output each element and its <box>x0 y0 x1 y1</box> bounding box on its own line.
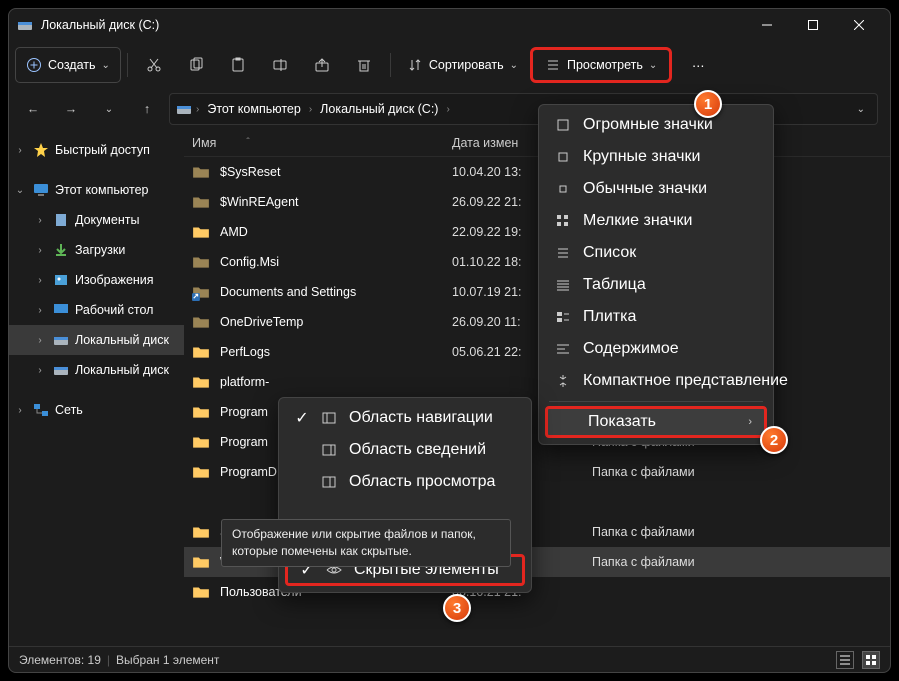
file-name: platform- <box>220 375 452 389</box>
icons-view-toggle[interactable] <box>862 651 880 669</box>
menu-item-tiles[interactable]: Плитка <box>543 301 769 333</box>
chevron-down-icon: ⌄ <box>510 60 518 71</box>
sidebar: ›Быстрый доступ ⌄Этот компьютер ›Докумен… <box>9 129 184 646</box>
rename-button[interactable] <box>260 47 300 83</box>
view-button[interactable]: Просмотреть ⌄ <box>530 47 672 83</box>
breadcrumb-pc[interactable]: Этот компьютер <box>203 102 304 116</box>
details-view-toggle[interactable] <box>836 651 854 669</box>
forward-button[interactable]: → <box>53 93 89 125</box>
sidebar-pictures[interactable]: ›Изображения <box>9 265 184 295</box>
file-name: $WinREAgent <box>220 195 452 209</box>
menu-item-md-icons[interactable]: Обычные значки <box>543 173 769 205</box>
breadcrumb-disk[interactable]: Локальный диск (C:) <box>316 102 442 116</box>
file-name: AMD <box>220 225 452 239</box>
file-name: PerfLogs <box>220 345 452 359</box>
more-button[interactable]: ⋯ <box>678 47 718 83</box>
menu-item-sm-icons[interactable]: Мелкие значки <box>543 205 769 237</box>
show-submenu-item[interactable]: Показать › <box>545 406 767 438</box>
status-selection: Выбран 1 элемент <box>116 653 219 667</box>
menu-item-details[interactable]: Область сведений <box>283 434 527 466</box>
callout-3: 3 <box>443 594 471 622</box>
minimize-button[interactable] <box>744 9 790 41</box>
sidebar-downloads[interactable]: ›Загрузки <box>9 235 184 265</box>
statusbar: Элементов: 19 | Выбран 1 элемент <box>9 646 890 672</box>
share-button[interactable] <box>302 47 342 83</box>
file-name: $SysReset <box>220 165 452 179</box>
close-button[interactable] <box>836 9 882 41</box>
file-type: Папка с файлами <box>592 465 695 479</box>
recent-button[interactable]: ⌄ <box>91 93 127 125</box>
file-name: Documents and Settings <box>220 285 452 299</box>
menu-item-list[interactable]: Список <box>543 237 769 269</box>
sort-button[interactable]: Сортировать ⌄ <box>397 47 528 83</box>
titlebar: Локальный диск (C:) <box>9 9 890 41</box>
menu-item-compact[interactable]: Компактное представление <box>543 365 769 397</box>
chevron-down-icon: ⌄ <box>649 60 657 71</box>
sidebar-localdisk-c[interactable]: ›Локальный диск <box>9 325 184 355</box>
new-button[interactable]: Создать ⌄ <box>15 47 121 83</box>
copy-button[interactable] <box>176 47 216 83</box>
file-row[interactable]: $WinREAgent26.09.22 21: <box>184 187 890 217</box>
sidebar-desktop[interactable]: ›Рабочий стол <box>9 295 184 325</box>
file-row[interactable]: OneDriveTemp26.09.20 11: <box>184 307 890 337</box>
file-name: OneDriveTemp <box>220 315 452 329</box>
menu-item-xl-icons[interactable]: Огромные значки <box>543 109 769 141</box>
callout-1: 1 <box>694 90 722 118</box>
menu-item-navpane[interactable]: ✓Область навигации <box>283 402 527 434</box>
file-row[interactable]: Documents and Settings10.07.19 21: <box>184 277 890 307</box>
view-dropdown: Огромные значкиКрупные значкиОбычные зна… <box>538 104 774 445</box>
maximize-button[interactable] <box>790 9 836 41</box>
file-row[interactable]: PerfLogs05.06.21 22: <box>184 337 890 367</box>
file-row[interactable]: $SysReset10.04.20 13: <box>184 157 890 187</box>
callout-2: 2 <box>760 426 788 454</box>
disk-icon <box>17 17 33 33</box>
sidebar-localdisk-d[interactable]: ›Локальный диск <box>9 355 184 385</box>
status-count: Элементов: 19 <box>19 653 101 667</box>
tooltip: Отображение или скрытие файлов и папок, … <box>221 519 511 567</box>
column-headers[interactable]: Имя ˆ Дата измен <box>184 129 890 157</box>
menu-item-content[interactable]: Содержимое <box>543 333 769 365</box>
sidebar-quick-access[interactable]: ›Быстрый доступ <box>9 135 184 165</box>
cut-button[interactable] <box>134 47 174 83</box>
window-title: Локальный диск (C:) <box>41 18 159 32</box>
toolbar: Создать ⌄ Сортировать ⌄ Просмотреть ⌄ ⋯ <box>9 41 890 89</box>
back-button[interactable]: ← <box>15 93 51 125</box>
file-row[interactable]: AMD22.09.22 19: <box>184 217 890 247</box>
file-type: Папка с файлами <box>592 555 695 569</box>
menu-item-lg-icons[interactable]: Крупные значки <box>543 141 769 173</box>
disk-icon <box>176 101 192 117</box>
file-type: Папка с файлами <box>592 525 695 539</box>
delete-button[interactable] <box>344 47 384 83</box>
file-name: Config.Msi <box>220 255 452 269</box>
menu-item-table[interactable]: Таблица <box>543 269 769 301</box>
sidebar-documents[interactable]: ›Документы <box>9 205 184 235</box>
file-row[interactable]: Config.Msi01.10.22 18: <box>184 247 890 277</box>
chevron-down-icon: ⌄ <box>102 60 110 71</box>
sidebar-network[interactable]: ›Сеть <box>9 395 184 425</box>
menu-item-preview[interactable]: Область просмотра <box>283 466 527 498</box>
paste-button[interactable] <box>218 47 258 83</box>
up-button[interactable]: ↑ <box>129 93 165 125</box>
chevron-right-icon: › <box>748 416 752 428</box>
sidebar-this-pc[interactable]: ⌄Этот компьютер <box>9 175 184 205</box>
